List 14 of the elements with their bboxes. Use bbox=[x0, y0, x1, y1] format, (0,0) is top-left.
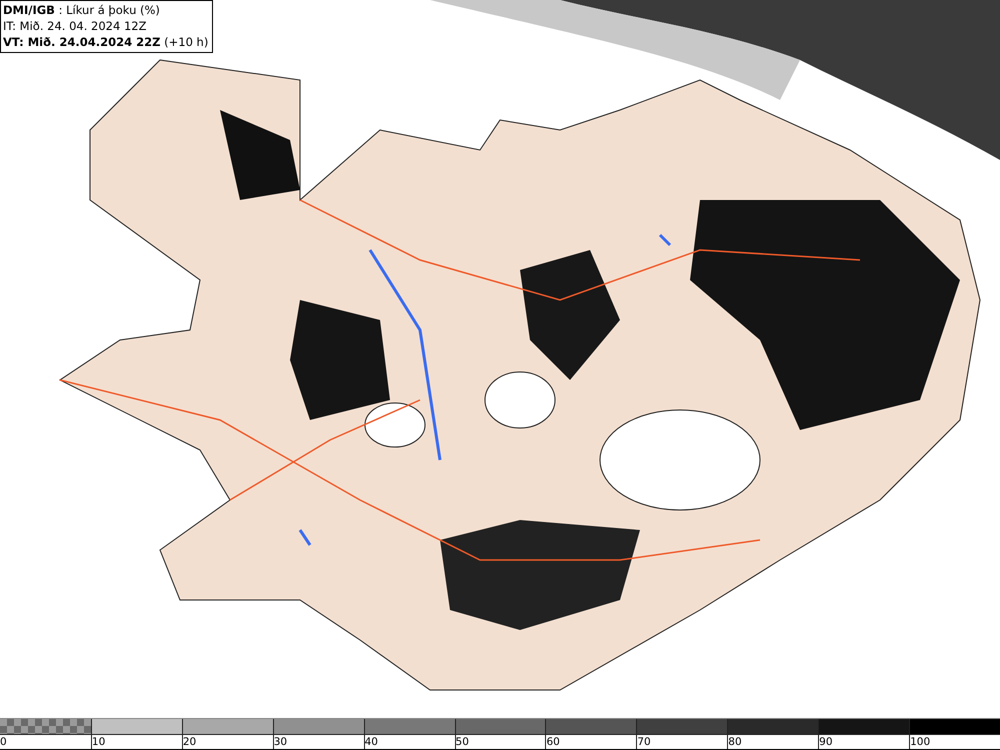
legend-label: 50 bbox=[456, 735, 469, 749]
legend-label: 0 bbox=[0, 735, 7, 749]
legend-label: 100 bbox=[910, 735, 930, 749]
info-line: IT: Mið. 24. 04. 2024 12Z bbox=[3, 18, 148, 34]
legend-label: 90 bbox=[819, 735, 833, 749]
legend-label: 60 bbox=[546, 735, 560, 749]
info-line: VT: Mið. 24.04.2024 22Z (+10 h) bbox=[3, 34, 208, 50]
legend-label: 40 bbox=[364, 735, 378, 749]
legend-label: 10 bbox=[92, 735, 106, 749]
legend-label: 30 bbox=[274, 735, 288, 749]
info-line: DMI/IGB : Líkur á þoku (%) bbox=[3, 2, 161, 18]
legend-label: 80 bbox=[728, 735, 742, 749]
legend-label: 20 bbox=[182, 735, 196, 749]
legend-label: 70 bbox=[637, 735, 651, 749]
